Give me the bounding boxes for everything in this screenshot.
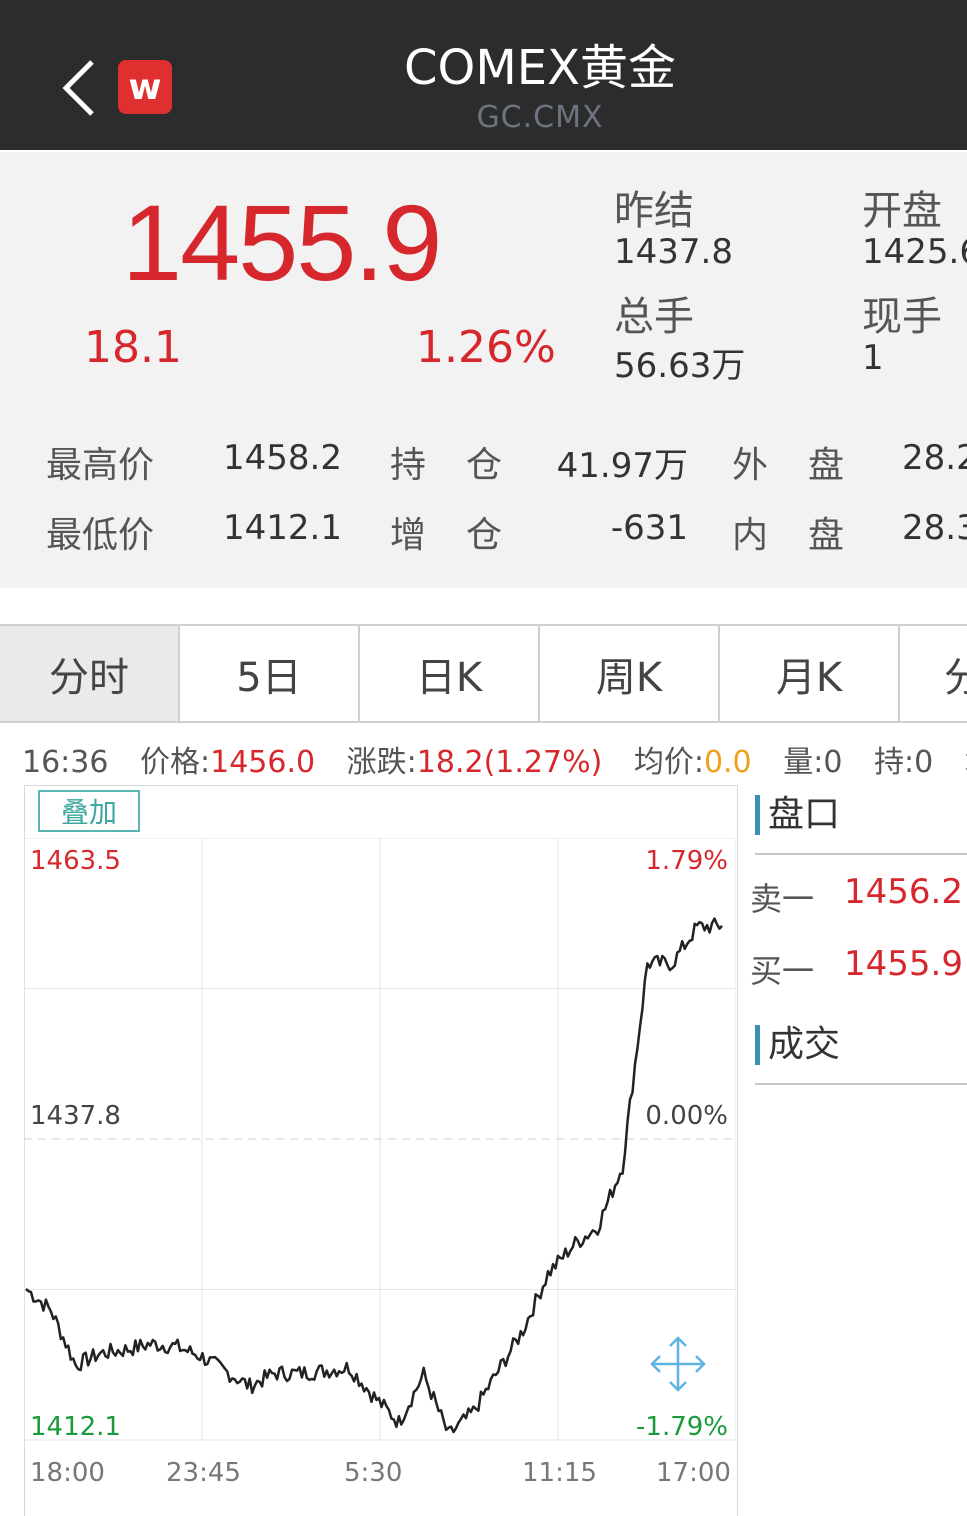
overlay-button[interactable]: 叠加 bbox=[38, 790, 140, 832]
open-interest-value: 41.97万 bbox=[556, 446, 688, 486]
volume-value: 56.63万 bbox=[614, 346, 746, 386]
info-price: 1456.0 bbox=[210, 745, 316, 780]
symbol-code: GC.CMX bbox=[476, 100, 604, 135]
current-hand-label: 现手 bbox=[862, 294, 942, 340]
pct-top-label: 1.79% bbox=[645, 846, 728, 876]
tab-daily-k[interactable]: 日K bbox=[360, 626, 540, 721]
low-label: 最低价 bbox=[46, 515, 155, 556]
price-change: 18.1 bbox=[84, 322, 182, 373]
divider bbox=[755, 1083, 967, 1085]
buy1-price: 1455.9 bbox=[844, 944, 963, 984]
outer-volume-value: 28.2 bbox=[902, 438, 967, 478]
price-change-percent: 1.26% bbox=[416, 322, 556, 373]
low-value: 1412.1 bbox=[223, 508, 342, 548]
x-axis-label: 11:15 bbox=[522, 1458, 597, 1488]
trades-header: 成交 bbox=[755, 1025, 840, 1065]
y-axis-mid-label: 1437.8 bbox=[30, 1101, 121, 1131]
info-oi: 0 bbox=[914, 745, 934, 780]
tab-monthly-k[interactable]: 月K bbox=[720, 626, 900, 721]
info-price-label: 价格: bbox=[140, 745, 211, 780]
tab-5-day[interactable]: 5日 bbox=[180, 626, 360, 721]
sell1-label: 卖一 bbox=[750, 880, 815, 918]
pct-mid-label: 0.00% bbox=[645, 1101, 728, 1131]
info-oi-label: 持: bbox=[873, 745, 915, 780]
info-time: 16:36 bbox=[22, 745, 109, 780]
open-value: 1425.6 bbox=[862, 232, 967, 272]
y-axis-bottom-label: 1412.1 bbox=[30, 1412, 121, 1442]
x-axis-label: 5:30 bbox=[344, 1458, 403, 1488]
divider bbox=[755, 853, 967, 855]
orderbook-header: 盘口 bbox=[755, 795, 840, 835]
info-avg-label: 均价: bbox=[633, 745, 704, 780]
high-label: 最高价 bbox=[46, 445, 155, 486]
pct-bottom-label: -1.79% bbox=[636, 1412, 728, 1442]
info-volume-label: 量: bbox=[783, 745, 824, 780]
info-volume: 0 bbox=[823, 745, 843, 780]
info-change: 18.2(1.27%) bbox=[416, 745, 603, 780]
sell1-price: 1456.2 bbox=[844, 872, 963, 912]
current-hand-value: 1 bbox=[862, 338, 884, 378]
tab-weekly-k[interactable]: 周K bbox=[540, 626, 720, 721]
price-line-chart[interactable] bbox=[24, 838, 736, 1448]
page-title: COMEX黄金 bbox=[404, 40, 676, 96]
outer-volume-label: 外盘 bbox=[732, 445, 885, 486]
x-axis-label: 17:00 bbox=[656, 1458, 731, 1488]
buy1-label: 买一 bbox=[750, 952, 815, 990]
crosshair-info-line: 16:36 价格:1456.0 涨跌:18.2(1.27%) 均价:0.0 量:… bbox=[22, 737, 967, 781]
prev-settle-value: 1437.8 bbox=[614, 232, 733, 272]
info-avg: 0.0 bbox=[703, 745, 752, 780]
open-label: 开盘 bbox=[862, 188, 942, 234]
inner-volume-value: 28.3 bbox=[902, 508, 967, 548]
x-axis-label: 23:45 bbox=[166, 1458, 241, 1488]
x-axis-label: 18:00 bbox=[30, 1458, 105, 1488]
oi-change-label: 增仓 bbox=[390, 515, 543, 556]
fullscreen-arrows-icon[interactable] bbox=[650, 1336, 706, 1392]
oi-change-value: -631 bbox=[610, 508, 688, 548]
y-axis-top-label: 1463.5 bbox=[30, 846, 121, 876]
info-change-label: 涨跌: bbox=[346, 745, 417, 780]
tab-intraday[interactable]: 分时 bbox=[0, 626, 180, 721]
prev-settle-label: 昨结 bbox=[614, 188, 694, 234]
high-value: 1458.2 bbox=[223, 438, 342, 478]
price-series-line bbox=[25, 917, 723, 1434]
chart-grid bbox=[24, 838, 736, 1441]
open-interest-label: 持仓 bbox=[390, 445, 543, 486]
inner-volume-label: 内盘 bbox=[732, 515, 885, 556]
volume-label: 总手 bbox=[614, 294, 694, 340]
tab-minute[interactable]: 分 bbox=[900, 626, 967, 721]
chart-period-tabs: 分时 5日 日K 周K 月K 分 bbox=[0, 624, 967, 723]
last-price: 1455.9 bbox=[122, 182, 442, 303]
